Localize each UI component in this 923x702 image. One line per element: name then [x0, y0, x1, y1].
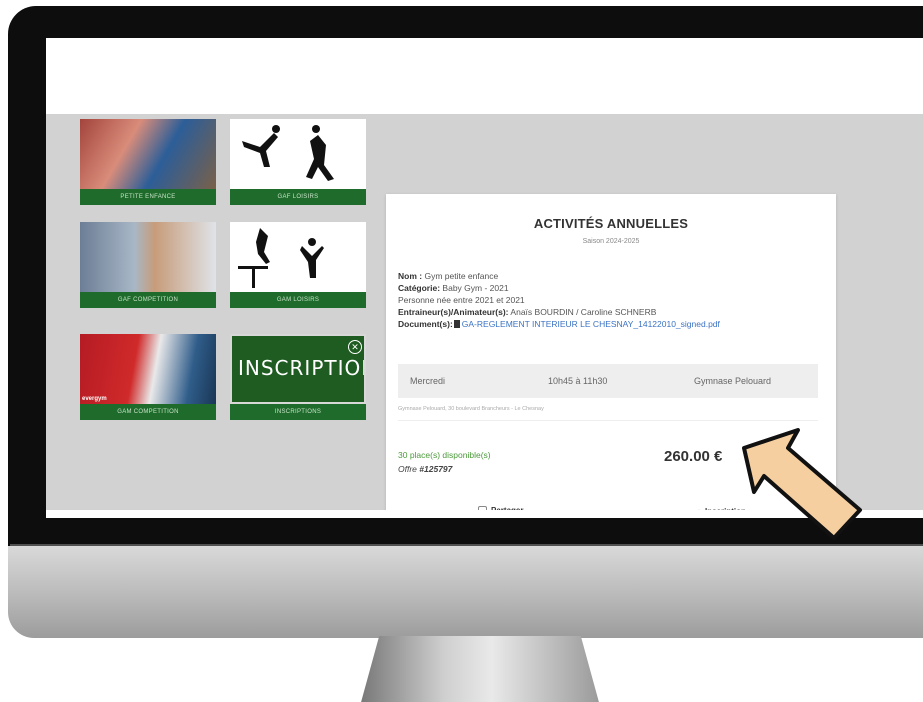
close-icon[interactable]: ✕ — [348, 340, 362, 354]
gymnast-silhouette-icon — [238, 228, 324, 288]
card-title: ACTIVITÉS ANNUELLES — [533, 216, 689, 231]
pointer-arrow-icon — [742, 428, 862, 540]
tile-photo: evergym — [80, 334, 216, 404]
info-row-coach: Entraineur(s)/Animateur(s): Anaïs BOURDI… — [398, 307, 657, 317]
schedule-day: Mercredi — [410, 376, 446, 386]
places-available: 30 place(s) disponible(s) — [398, 450, 491, 460]
offer-id: Offre #125797 — [398, 464, 453, 474]
monitor-chin — [8, 546, 923, 638]
schedule-address: Gymnase Pelouard, 30 boulevard Brancheur… — [398, 406, 544, 412]
schedule-row: Mercredi 10h45 à 11h30 Gymnase Pelouard — [398, 364, 818, 398]
info-row-category: Catégorie: Baby Gym - 2021 — [398, 283, 509, 293]
price: 260.00 € — [664, 448, 723, 465]
tile-gaf-competition[interactable]: GAF COMPETITION — [80, 222, 216, 312]
document-link[interactable]: GA-REGLEMENT INTERIEUR LE CHESNAY_141220… — [462, 319, 720, 329]
tile-photo — [80, 222, 216, 292]
tile-petite-enfance[interactable]: PETITE ENFANCE — [80, 119, 216, 209]
tile-label: GAM COMPETITION — [80, 404, 216, 420]
tile-gaf-loisirs[interactable]: GAF LOISIRS — [230, 119, 366, 209]
photo-caption: evergym — [82, 396, 107, 402]
tile-photo — [230, 119, 366, 189]
monitor-stand — [360, 636, 600, 702]
inscription-banner-text: INSCRIPTION — [238, 356, 366, 380]
schedule-time: 10h45 à 11h30 — [548, 376, 608, 386]
tile-label: GAM LOISIRS — [230, 292, 366, 308]
desktop-monitor: PETITE ENFANCE GAF LOISIRS GAF COMPETITI… — [0, 0, 923, 702]
tile-gam-loisirs[interactable]: GAM LOISIRS — [230, 222, 366, 312]
tile-label: INSCRIPTIONS — [230, 404, 366, 420]
gymnast-silhouette-icon — [242, 125, 334, 181]
tile-photo — [230, 222, 366, 292]
tile-label: GAF COMPETITION — [80, 292, 216, 308]
info-row-born: Personne née entre 2021 et 2021 — [398, 295, 525, 305]
file-icon — [453, 320, 460, 328]
tile-photo — [80, 119, 216, 189]
tile-gam-competition[interactable]: evergym GAM COMPETITION — [80, 334, 216, 424]
activity-info: Nom : Gym petite enfance Catégorie: Baby… — [398, 270, 720, 330]
tile-label: PETITE ENFANCE — [80, 189, 216, 205]
info-row-name: Nom : Gym petite enfance — [398, 271, 499, 281]
schedule-place: Gymnase Pelouard — [694, 376, 772, 386]
tile-label: GAF LOISIRS — [230, 189, 366, 205]
info-row-document: Document(s): GA-REGLEMENT INTERIEUR LE CH… — [398, 319, 720, 329]
tile-inscription[interactable]: INSCRIPTION ✕ INSCRIPTIONS — [230, 334, 366, 424]
tile-photo: INSCRIPTION ✕ — [230, 334, 366, 404]
divider — [398, 420, 818, 421]
season-label: Saison 2024-2025 — [582, 238, 640, 245]
